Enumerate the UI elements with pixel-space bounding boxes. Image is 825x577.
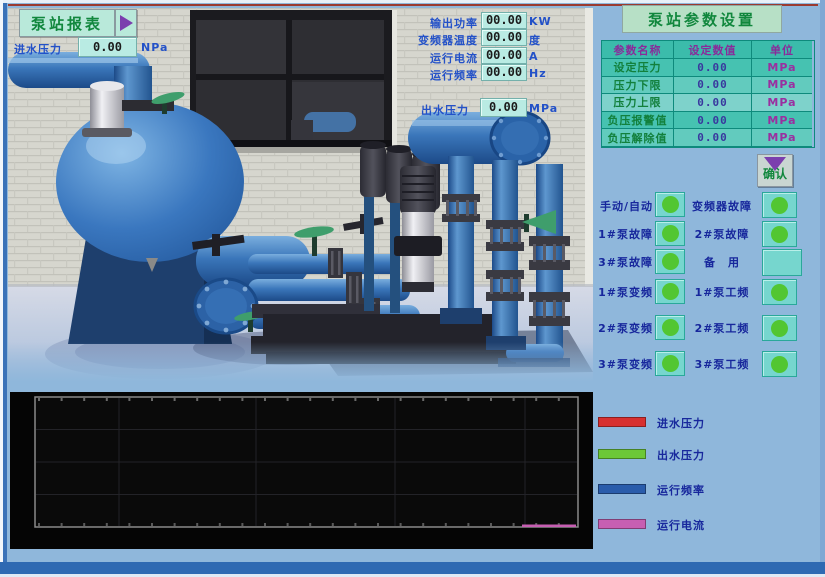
readout-unit: KW [529,15,552,28]
status-label: 变频器故障 [686,198,758,214]
param-name: 压力下限 [602,77,674,95]
status-lamp-empty [762,249,802,276]
param-name: 压力上限 [602,94,674,112]
status-lamp [762,279,797,305]
col-header: 设定数值 [674,41,752,59]
param-unit: MPa [752,129,812,147]
param-unit: MPa [752,77,812,95]
outlet-pressure-value: 0.00 [480,98,527,117]
readout-unit: A [529,50,539,63]
param-value[interactable]: 0.00 [674,77,752,95]
param-value[interactable]: 0.00 [674,94,752,112]
report-play-button[interactable] [115,9,137,37]
lamp-icon [771,320,788,337]
status-lamp [655,351,685,376]
lamp-icon [662,283,679,300]
frame-top [0,0,825,3]
legend-swatch [598,417,646,427]
report-button[interactable]: 泵站报表 [19,9,115,37]
frame-right [820,0,825,577]
lamp-icon [771,226,788,243]
play-icon [120,15,133,31]
status-lamp [655,279,685,304]
lamp-icon [662,355,679,372]
lamp-icon [662,196,679,213]
readout-value: 00.00 [481,64,527,81]
readout-value: 00.00 [481,12,527,29]
inlet-pressure-value: 0.00 [78,37,137,57]
col-header: 单位 [752,41,812,59]
lamp-icon [662,319,679,336]
frame-left [3,3,7,563]
status-label: 2#泵变频 [593,320,653,336]
param-unit: MPa [752,59,812,77]
inlet-pressure-label: 进水压力 [14,41,62,57]
readout-unit: 度 [529,32,541,48]
inlet-pressure-unit: NPa [141,41,168,54]
lamp-icon [771,197,788,214]
param-name: 负压报警值 [602,112,674,130]
readout-unit: Hz [529,67,547,80]
readout-label: 变频器温度 [390,32,478,48]
status-lamp [762,192,797,218]
status-lamp [762,351,797,377]
status-label: 3#泵故障 [593,254,653,270]
settings-panel-title: 泵站参数设置 [648,9,756,30]
status-lamp [655,249,685,274]
status-lamp [655,192,685,217]
readout-value: 00.00 [481,29,527,46]
legend-swatch [598,519,646,529]
legend-label: 进水压力 [657,415,705,431]
readout-label: 输出功率 [390,15,478,31]
report-button-label: 泵站报表 [31,13,103,34]
status-label: 1#泵工频 [686,284,758,300]
legend-label: 运行频率 [657,482,705,498]
lamp-icon [662,253,679,270]
status-label: 2#泵工频 [686,320,758,336]
status-lamp [762,221,797,247]
lamp-icon [771,356,788,373]
status-label: 手动/自动 [593,198,653,214]
lamp-icon [771,284,788,301]
param-value[interactable]: 0.00 [674,59,752,77]
pump-station-hmi-screen: 泵站报表 进水压力 0.00 NPa 输出功率 00.00 KW 变频器温度 0… [0,0,825,577]
param-unit: MPa [752,112,812,130]
confirm-button-label: 确认 [758,165,792,182]
readout-label: 运行频率 [390,67,478,83]
col-header: 参数名称 [602,41,674,59]
status-label: 1#泵变频 [593,284,653,300]
confirm-button[interactable]: 确认 [757,154,793,187]
status-label: 3#泵变频 [593,356,653,372]
readout-label: 运行电流 [390,50,478,66]
param-unit: MPa [752,94,812,112]
status-label: 1#泵故障 [593,226,653,242]
param-value[interactable]: 0.00 [674,112,752,130]
outlet-pressure-label: 出水压力 [421,102,469,118]
status-lamp [655,221,685,246]
frame-bottom [0,562,825,574]
legend-swatch [598,484,646,494]
status-lamp [762,315,797,341]
legend-swatch [598,449,646,459]
param-name: 负压解除值 [602,129,674,147]
legend-label: 出水压力 [657,447,705,463]
outlet-pressure-unit: MPa [529,102,558,115]
status-lamp [655,315,685,340]
status-label: 3#泵工频 [686,356,758,372]
lamp-icon [662,225,679,242]
param-name: 设定压力 [602,59,674,77]
trend-chart [10,392,593,549]
readout-value: 00.00 [481,47,527,64]
settings-panel-title-box: 泵站参数设置 [622,5,782,33]
status-label: 备 用 [686,254,758,270]
status-label: 2#泵故障 [686,226,758,242]
settings-table: 参数名称 设定数值 单位 设定压力 0.00 MPa 压力下限 0.00 MPa… [601,40,815,148]
param-value[interactable]: 0.00 [674,129,752,147]
legend-label: 运行电流 [657,517,705,533]
